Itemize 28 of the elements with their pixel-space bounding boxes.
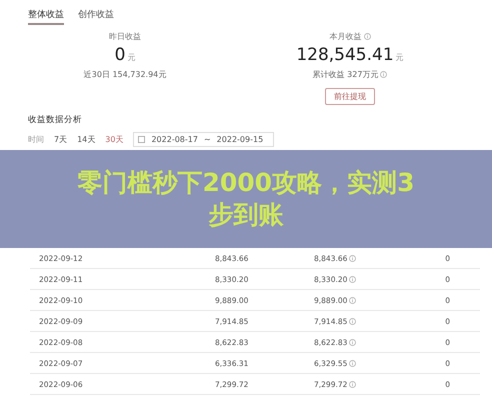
calendar-icon bbox=[138, 136, 146, 143]
filter-label: 时间 bbox=[28, 134, 44, 145]
stat-note: 累计收益 327万元 bbox=[312, 69, 378, 80]
info-icon bbox=[349, 380, 356, 388]
stat-value: 128,545.41 bbox=[296, 45, 394, 65]
tab[interactable]: 创作收益 bbox=[78, 8, 114, 25]
range-option[interactable]: 7天 bbox=[54, 134, 68, 145]
info-icon bbox=[349, 360, 356, 366]
range-option[interactable]: 30天 bbox=[105, 134, 124, 145]
tab[interactable]: 整体收益 bbox=[28, 8, 64, 25]
stat-label: 本月收益 bbox=[330, 30, 362, 42]
stat-label: 昨日收益 bbox=[109, 30, 141, 42]
info-icon bbox=[349, 254, 356, 262]
info-icon bbox=[380, 71, 388, 78]
info-icon bbox=[364, 32, 370, 40]
banner-title: 零门槛秒下2000攻略，实测3步到账 bbox=[76, 167, 416, 231]
date-range-field[interactable]: 2022-08-17 ~ 2022-09-15 bbox=[133, 132, 274, 147]
unit-label: 元 bbox=[396, 52, 404, 63]
range-option[interactable]: 14天 bbox=[77, 134, 96, 145]
info-icon bbox=[349, 338, 356, 346]
info-icon bbox=[349, 276, 356, 282]
section-title: 收益数据分析 bbox=[28, 114, 83, 127]
unit-label: 元 bbox=[127, 52, 136, 63]
stat-note: 近30日 154,732.94元 bbox=[84, 69, 166, 80]
withdraw-button[interactable]: 前往提现 bbox=[325, 88, 375, 105]
stat-value: 0 bbox=[114, 45, 126, 65]
info-icon bbox=[349, 318, 356, 324]
info-icon bbox=[349, 296, 356, 304]
